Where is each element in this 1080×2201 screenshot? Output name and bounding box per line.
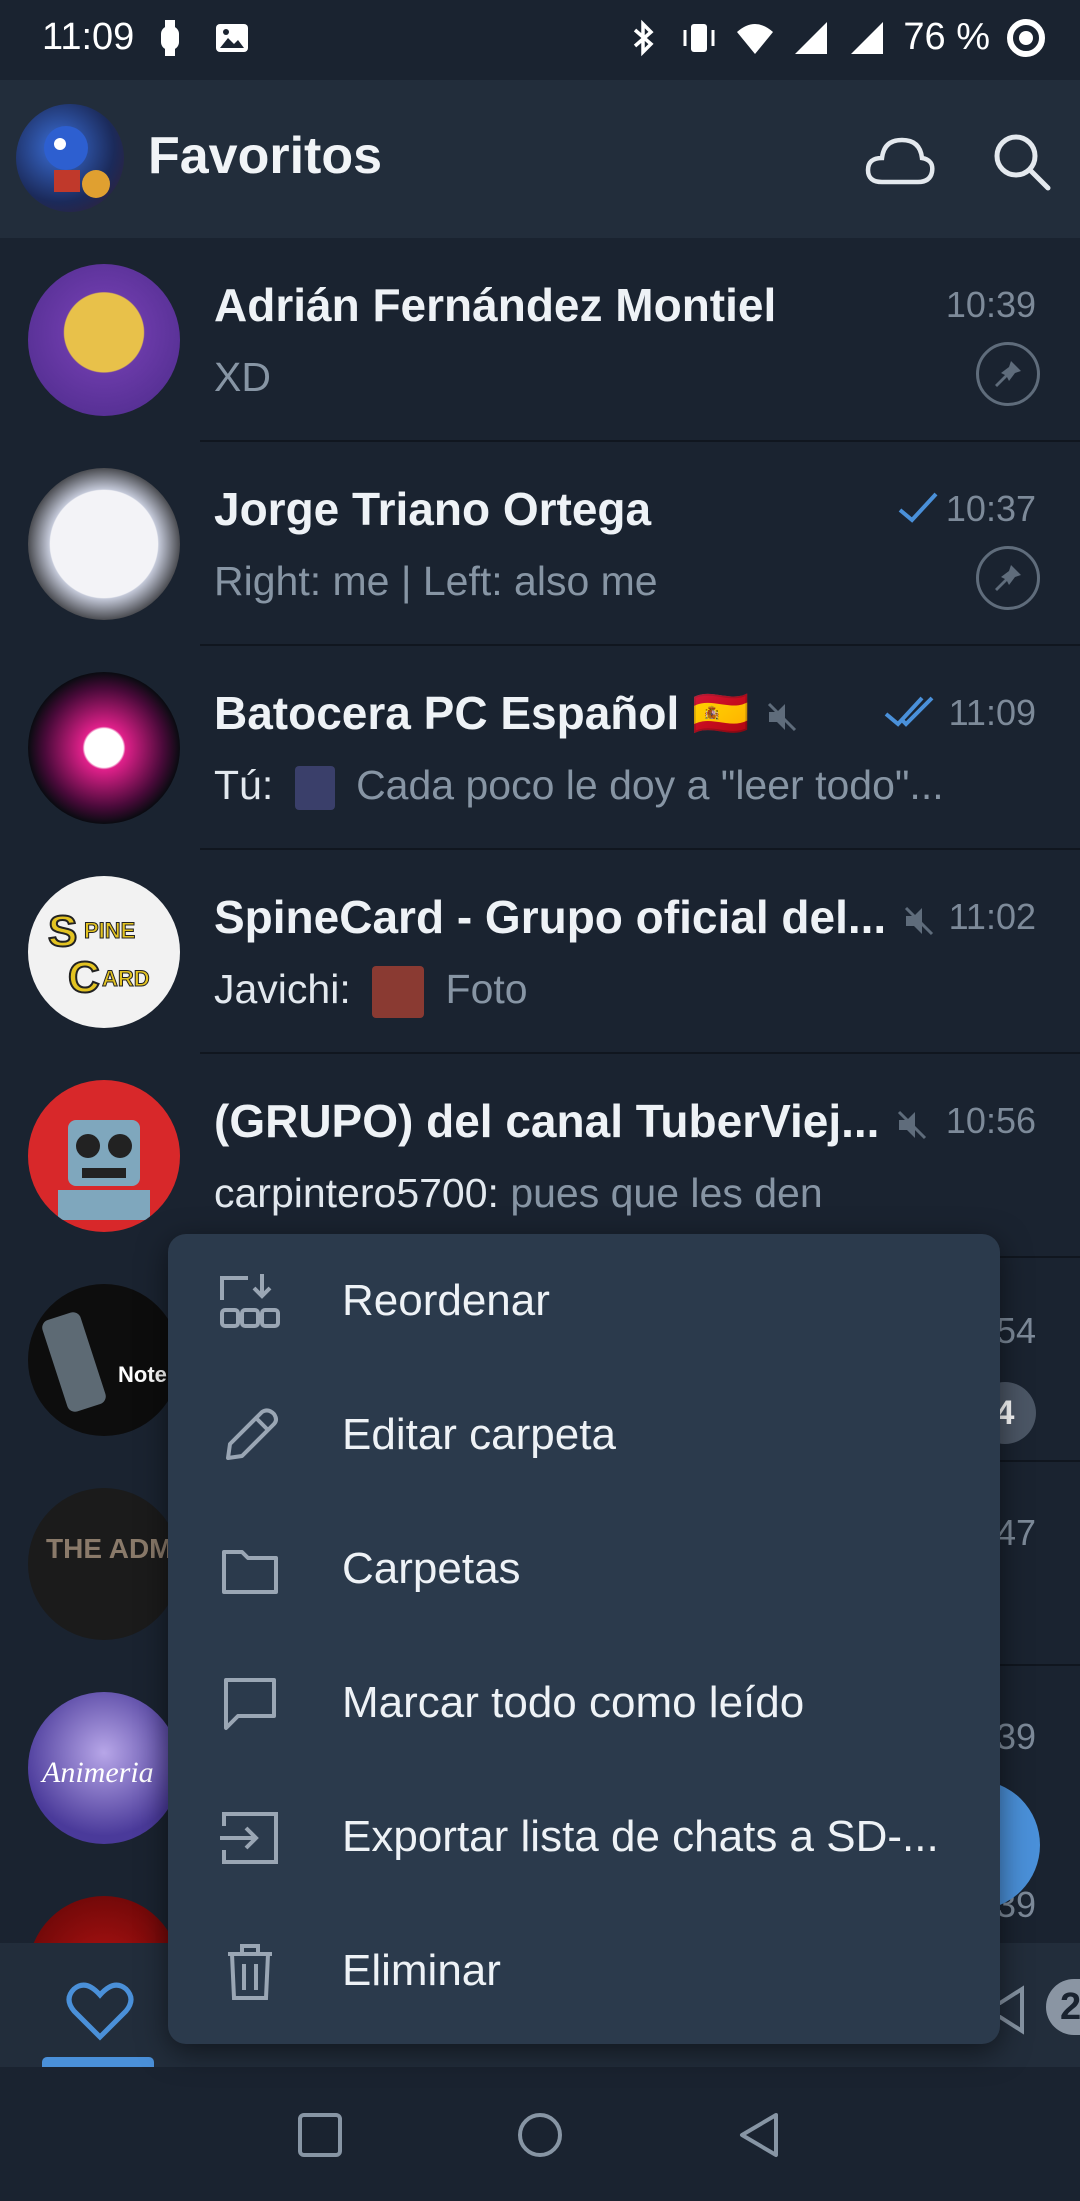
chat-time: 10:39 [945,284,1036,325]
chat-name: SpineCard - Grupo oficial del... [214,890,936,944]
status-right: 76 % [623,16,1046,59]
heart-icon[interactable] [66,1981,134,2041]
chat-time: 47 [995,1512,1036,1553]
message-sender: Javichi: [214,966,351,1012]
vibrate-icon [683,23,715,52]
chat-avatar: THE ADMINS [28,1488,180,1640]
chat-row[interactable]: S PINE C ARD SpineCard - Grupo oficial del.… [0,850,1080,1054]
svg-text:PINE: PINE [84,918,135,943]
pencil-icon [226,1408,278,1460]
menu-item-label: Reordenar [342,1276,550,1325]
chat-avatar: S PINE C ARD [28,876,180,1028]
message-text: Cada poco le doy a "leer todo"... [356,762,944,808]
page-title: Favoritos [148,127,383,185]
status-time: 11:09 [42,16,135,58]
chat-message: Right: me | Left: also me [214,558,658,604]
chat-row[interactable]: (GRUPO) del canal TuberViej... 10:56 car… [0,1054,1080,1258]
app-header: Favoritos [0,80,1080,238]
home-icon[interactable] [510,2105,570,2165]
chat-avatar [28,264,180,416]
tab-unread-badge: 2 [1046,1979,1080,2035]
bluetooth-icon [634,19,654,56]
avatar-text: THE ADMINS [46,1533,180,1564]
chat-message: carpintero5700: pues que les den [214,1170,823,1217]
chat-avatar [28,468,180,620]
image-icon [216,24,248,52]
chat-time: 10:56 [945,1100,1036,1141]
svg-text:ARD: ARD [102,966,150,991]
chat-name: Jorge Triano Ortega [214,483,652,535]
menu-item-delete[interactable]: Eliminar [168,1904,1000,2038]
muted-icon [905,906,934,935]
menu-item-label: Editar carpeta [342,1410,616,1459]
pin-icon [976,546,1040,610]
chat-row[interactable]: Jorge Triano Ortega 10:37 Right: me | Le… [0,442,1080,646]
trash-icon [228,1944,272,2000]
chat-bubble-icon [224,1678,276,1730]
menu-item-label: Exportar lista de chats a SD-... [342,1812,939,1861]
folder-icon [222,1550,278,1594]
search-icon[interactable] [990,130,1054,194]
profile-avatar[interactable] [16,104,124,212]
thumbnail [294,766,335,811]
menu-item-label: Marcar todo como leído [342,1678,805,1727]
svg-text:S: S [48,907,77,956]
system-navigation-bar [0,2067,1080,2201]
watch-icon [161,20,179,56]
reorder-icon [220,1274,280,1328]
svg-text:C: C [68,953,100,1002]
single-check-icon [898,492,938,523]
chat-name: Batocera PC Español 🇪🇸 [214,686,799,741]
message-text: pues que les den [510,1170,823,1216]
chat-message: Javichi: Foto [214,966,528,1019]
back-icon[interactable] [730,2105,790,2165]
status-left-icons [150,18,252,58]
pin-icon [976,342,1040,406]
menu-item-edit-folder[interactable]: Editar carpeta [168,1368,1000,1502]
message-text: Foto [445,966,528,1012]
folder-context-menu: Reordenar Editar carpeta Carpetas Marcar… [168,1234,1000,2044]
chat-time: 11:09 [948,692,1036,733]
menu-item-folders[interactable]: Carpetas [168,1502,1000,1636]
muted-icon [768,702,797,731]
chat-avatar: Note [28,1284,180,1436]
menu-item-reorder[interactable]: Reordenar [168,1234,1000,1368]
chat-time: 11:02 [948,896,1036,937]
export-icon [220,1812,278,1864]
battery-level: 76 % [903,16,990,58]
avatar-text: Animeria [40,1756,154,1789]
chat-row[interactable]: Adrián Fernández Montiel 10:39 XD [0,238,1080,442]
chat-avatar: Animeria [28,1692,180,1844]
chat-time: 10:37 [945,488,1036,529]
message-sender: carpintero5700: [214,1170,499,1216]
muted-icon [898,1110,927,1139]
chat-time: 54 [995,1310,1036,1351]
menu-item-label: Carpetas [342,1544,521,1593]
chat-name: (GRUPO) del canal TuberViej... [214,1094,929,1148]
signal-icon [795,21,828,54]
active-tab-indicator [42,2057,154,2067]
thumbnail [372,966,425,1019]
menu-item-label: Eliminar [342,1946,501,1995]
cloud-icon[interactable] [864,130,936,190]
recents-icon[interactable] [290,2105,350,2165]
message-sender: Tú: [214,762,274,808]
status-bar: 11:09 76 % [0,0,1080,80]
chat-avatar [28,672,180,824]
signal-icon-2 [851,21,884,54]
wifi-icon [737,23,774,54]
chat-avatar [28,1080,180,1232]
menu-item-mark-all-read[interactable]: Marcar todo como leído [168,1636,1000,1770]
battery-ring-icon [1007,18,1045,57]
double-check-icon [884,696,934,727]
avatar-text: Note [118,1362,167,1387]
chat-message: XD [214,354,271,400]
chat-row[interactable]: Batocera PC Español 🇪🇸 11:09 Tú: Cada po… [0,646,1080,850]
menu-item-export[interactable]: Exportar lista de chats a SD-... [168,1770,1000,1904]
chat-message: Tú: Cada poco le doy a "leer todo"... [214,762,944,811]
chat-name: Adrián Fernández Montiel [214,279,777,331]
chat-time: 39 [995,1716,1036,1757]
